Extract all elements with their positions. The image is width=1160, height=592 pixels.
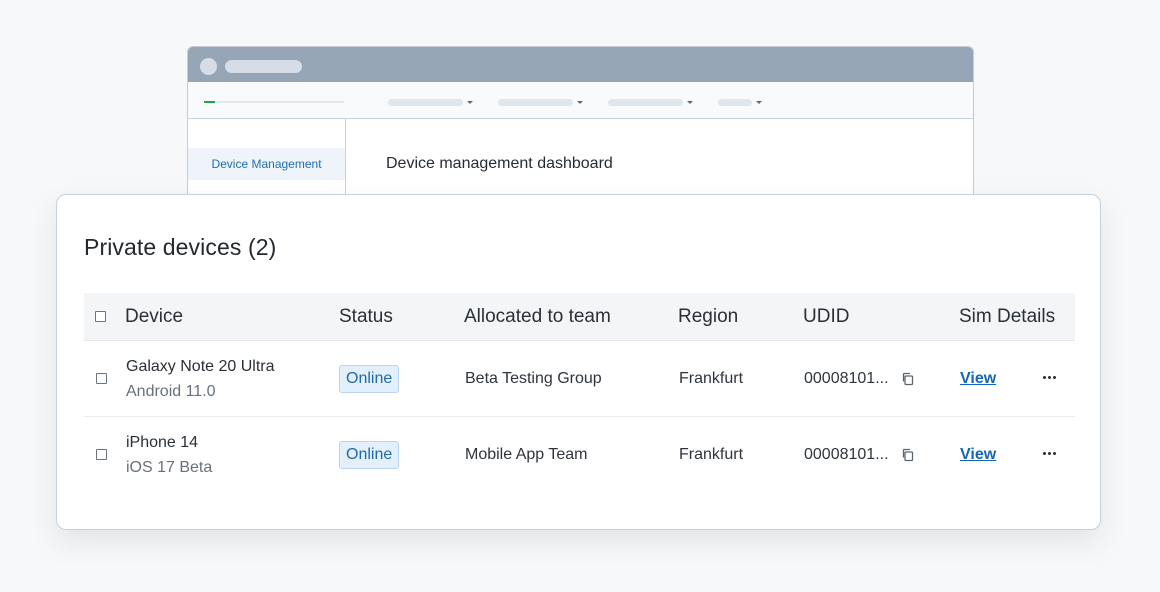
copy-icon[interactable] — [901, 448, 915, 462]
team-cell: Mobile App Team — [465, 446, 588, 463]
row-checkbox[interactable] — [96, 449, 107, 460]
header-team[interactable]: Allocated to team — [464, 293, 611, 340]
page-title: Device management dashboard — [386, 155, 613, 172]
caret-down-icon — [687, 100, 693, 104]
nav-menu-1[interactable] — [388, 97, 473, 107]
row-checkbox[interactable] — [96, 373, 107, 384]
table-row[interactable]: Galaxy Note 20 Ultra Android 11.0 Online… — [84, 341, 1075, 417]
background-window: Device Management Device management dash… — [187, 46, 974, 208]
caret-down-icon — [467, 100, 473, 104]
loading-progress-bar — [204, 101, 344, 103]
udid-cell: 00008101... — [804, 446, 889, 463]
select-all-checkbox[interactable] — [95, 311, 106, 322]
header-region[interactable]: Region — [678, 293, 738, 340]
copy-icon[interactable] — [901, 372, 915, 386]
header-udid[interactable]: UDID — [803, 293, 849, 340]
more-icon[interactable] — [1043, 452, 1056, 455]
nav-menu-placeholder — [388, 98, 463, 106]
status-badge: Online — [339, 365, 400, 393]
card-title: Private devices (2) — [84, 234, 277, 260]
private-devices-card: Private devices (2) Device Status Alloca… — [56, 194, 1101, 530]
window-titlebar — [188, 47, 973, 82]
device-os: Android 11.0 — [126, 383, 216, 400]
header-sim-details[interactable]: Sim Details — [959, 293, 1055, 340]
udid-cell: 00008101... — [804, 370, 889, 387]
more-icon[interactable] — [1043, 376, 1056, 379]
header-status[interactable]: Status — [339, 293, 393, 340]
nav-menu-placeholder — [498, 98, 573, 106]
nav-menu-2[interactable] — [498, 97, 583, 107]
nav-menu-4[interactable] — [718, 97, 762, 107]
region-cell: Frankfurt — [679, 446, 744, 463]
nav-menu-3[interactable] — [608, 97, 693, 107]
table-header: Device Status Allocated to team Region U… — [84, 293, 1075, 341]
caret-down-icon — [756, 100, 762, 104]
sim-view-link[interactable]: View — [960, 341, 996, 416]
device-os: iOS 17 Beta — [126, 459, 213, 476]
top-navbar — [188, 82, 973, 119]
device-name: Galaxy Note 20 Ultra — [126, 358, 275, 375]
caret-down-icon — [577, 100, 583, 104]
loading-progress-fill — [204, 101, 216, 103]
window-dot-icon — [200, 58, 217, 75]
nav-menu-placeholder — [718, 98, 752, 106]
table-row[interactable]: iPhone 14 iOS 17 Beta Online Mobile App … — [84, 417, 1075, 492]
device-name: iPhone 14 — [126, 434, 199, 451]
sidebar-item-device-management[interactable]: Device Management — [188, 148, 345, 180]
sim-view-link[interactable]: View — [960, 417, 996, 492]
nav-menu-placeholder — [608, 98, 683, 106]
header-device[interactable]: Device — [125, 293, 183, 340]
devices-table: Device Status Allocated to team Region U… — [84, 293, 1075, 492]
stage: Device Management Device management dash… — [0, 0, 1160, 592]
status-badge: Online — [339, 441, 400, 469]
team-cell: Beta Testing Group — [465, 370, 602, 387]
window-title-placeholder — [225, 60, 302, 73]
region-cell: Frankfurt — [679, 370, 744, 387]
